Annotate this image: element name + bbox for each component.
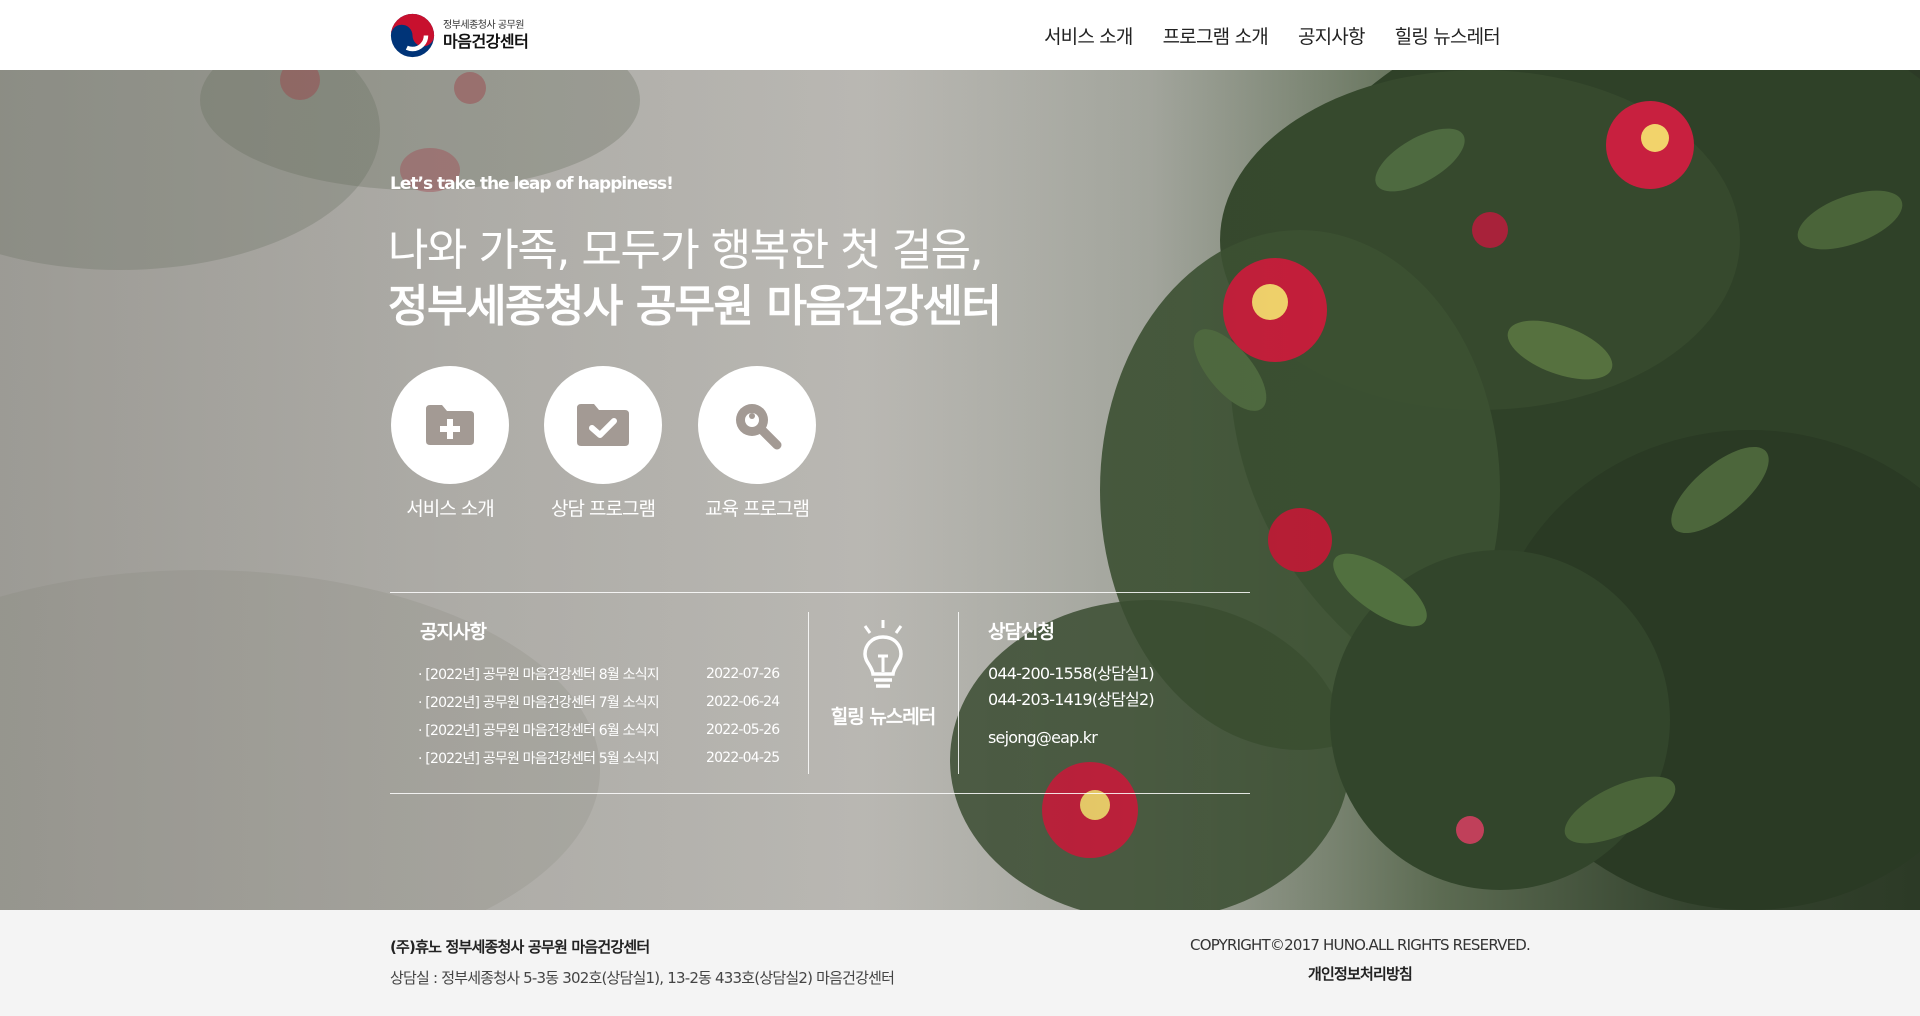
quick-link-education[interactable]: 교육 프로그램 (687, 366, 827, 521)
counsel-phone-1[interactable]: 044-200-1558(상담실1) (988, 660, 1155, 684)
quick-link-label: 교육 프로그램 (705, 498, 810, 520)
nav-notice[interactable]: 공지사항 (1298, 22, 1366, 49)
notice-item[interactable]: · [2022년] 공무원 마음건강센터 8월 소식지 2022-07-26 (418, 660, 786, 688)
info-panel-top-divider (390, 592, 1250, 593)
site-footer: (주)휴노 정부세종청사 공무원 마음건강센터 상담실 : 정부세종청사 5-3… (0, 910, 1920, 1016)
hero-title-line2: 정부세종청사 공무원 마음건강센터 (388, 281, 1002, 332)
search-icon (736, 404, 782, 450)
site-logo[interactable]: 정부세종청사 공무원 마음건강센터 (390, 13, 529, 58)
hero-title-line1: 나와 가족, 모두가 행복한 첫 걸음, (388, 225, 984, 276)
newsletter-label: 힐링 뉴스레터 (830, 706, 936, 728)
nav-newsletter[interactable]: 힐링 뉴스레터 (1395, 22, 1501, 49)
hero-section: Let’s take the leap of happiness! 나와 가족,… (0, 70, 1920, 910)
quick-link-service[interactable]: 서비스 소개 (380, 366, 520, 521)
main-nav: 서비스 소개 프로그램 소개 공지사항 힐링 뉴스레터 (1044, 0, 1501, 70)
footer-copyright: COPYRIGHT©2017 HUNO.ALL RIGHTS RESERVED. (1190, 936, 1531, 954)
notice-item[interactable]: · [2022년] 공무원 마음건강센터 5월 소식지 2022-04-25 (418, 744, 786, 772)
quick-link-label: 서비스 소개 (406, 498, 494, 520)
counsel-email[interactable]: sejong@eap.kr (988, 728, 1098, 747)
footer-address: 상담실 : 정부세종청사 5-3동 302호(상담실1), 13-2동 433호… (390, 969, 895, 987)
info-panel-bottom-divider (390, 793, 1250, 794)
folder-check-icon (577, 404, 629, 446)
site-header: 정부세종청사 공무원 마음건강센터 서비스 소개 프로그램 소개 공지사항 힐링… (0, 0, 1920, 70)
notice-item[interactable]: · [2022년] 공무원 마음건강센터 7월 소식지 2022-06-24 (418, 688, 786, 716)
quick-link-counseling[interactable]: 상담 프로그램 (533, 366, 673, 521)
nav-service[interactable]: 서비스 소개 (1044, 22, 1133, 49)
logo-subtitle: 정부세종청사 공무원 (443, 20, 524, 31)
info-panel-divider (958, 612, 959, 774)
footer-company: (주)휴노 정부세종청사 공무원 마음건강센터 (390, 938, 650, 956)
quick-link-label: 상담 프로그램 (551, 498, 656, 520)
notice-heading[interactable]: 공지사항 (420, 617, 487, 644)
notice-item[interactable]: · [2022년] 공무원 마음건강센터 6월 소식지 2022-05-26 (418, 716, 786, 744)
folder-plus-icon (426, 405, 474, 445)
hero-tagline: Let’s take the leap of happiness! (390, 174, 674, 194)
nav-program[interactable]: 프로그램 소개 (1163, 22, 1269, 49)
taegeuk-logo-icon (390, 13, 435, 58)
privacy-policy-link[interactable]: 개인정보처리방침 (1300, 963, 1420, 984)
counsel-heading[interactable]: 상담신청 (988, 617, 1055, 644)
logo-title: 마음건강센터 (443, 32, 529, 51)
lightbulb-icon (863, 620, 903, 688)
newsletter-link[interactable]: 힐링 뉴스레터 (808, 620, 958, 729)
counsel-phone-2[interactable]: 044-203-1419(상담실2) (988, 686, 1155, 710)
notice-list: · [2022년] 공무원 마음건강센터 8월 소식지 2022-07-26 ·… (418, 660, 786, 772)
